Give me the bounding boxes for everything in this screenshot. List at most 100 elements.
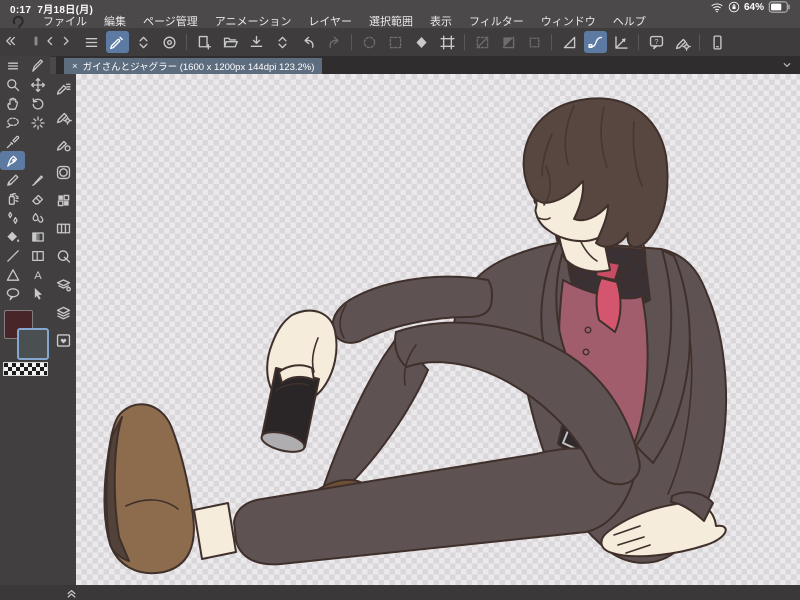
undo-button[interactable] [297, 31, 320, 53]
canvas-area[interactable] [76, 74, 800, 585]
touch-gesture-button[interactable] [105, 31, 129, 53]
menu-item-0[interactable]: ファイル [43, 13, 87, 29]
tool-eraser[interactable] [25, 189, 50, 208]
open-file-button[interactable] [219, 31, 242, 53]
tool-balloon[interactable] [0, 284, 25, 303]
tool-figure[interactable] [25, 246, 50, 265]
tool-wand[interactable] [25, 113, 50, 132]
selection-launcher-icon [529, 37, 539, 47]
main-menu-button[interactable] [80, 31, 103, 53]
menu-item-8[interactable]: ウィンドウ [541, 13, 596, 29]
companion-mode-button[interactable] [706, 31, 729, 53]
menu-item-1[interactable]: 編集 [104, 13, 126, 29]
fill-selection-button[interactable] [410, 31, 433, 53]
text-icon: A [34, 270, 42, 282]
canvas-tab-bar: × ガイさんとジャグラー (1600 x 1200px 144dpi 123.2… [56, 56, 800, 74]
snap-ruler-button[interactable] [558, 31, 581, 53]
palette-layer-property[interactable] [50, 270, 76, 298]
crop-button[interactable] [497, 31, 520, 53]
transparent-color-chip[interactable] [3, 362, 48, 376]
tool-selection[interactable] [0, 113, 25, 132]
tool-row [0, 208, 50, 227]
palette-color-set[interactable] [50, 186, 76, 214]
tool-pencil[interactable] [0, 170, 25, 189]
palette-timeline[interactable] [50, 214, 76, 242]
clip-studio-logo[interactable] [10, 13, 26, 29]
palette-subtool-detail[interactable] [50, 102, 76, 130]
tool-palette-menu[interactable] [0, 56, 25, 75]
sub-color-chip[interactable] [17, 328, 49, 360]
tool-operation[interactable] [25, 284, 50, 303]
tool-brush[interactable] [25, 170, 50, 189]
canvas-tab[interactable]: × ガイさんとジャグラー (1600 x 1200px 144dpi 123.2… [64, 58, 323, 74]
tool-text[interactable]: A [25, 265, 50, 284]
snap-special-ruler-button[interactable] [583, 31, 607, 53]
back-button[interactable] [42, 33, 58, 49]
palette-navigator[interactable] [50, 242, 76, 270]
timeline-icon [56, 223, 70, 233]
tool-airbrush[interactable] [0, 189, 25, 208]
quick-access-button[interactable]: ? [645, 31, 668, 53]
companion-mode-icon [712, 34, 722, 50]
tool-eyedropper[interactable] [0, 132, 25, 151]
palette-tool-property[interactable] [50, 74, 76, 102]
tool-decoration[interactable] [0, 208, 25, 227]
save-file-button[interactable] [245, 31, 268, 53]
zoom-icon [6, 78, 19, 91]
tool-pen[interactable] [0, 151, 25, 170]
palette-brush-size[interactable] [50, 130, 76, 158]
tool-move[interactable] [25, 75, 50, 94]
selection-launcher-button[interactable] [523, 31, 546, 53]
crop-icon [502, 36, 514, 48]
redo-button[interactable] [323, 31, 346, 53]
hide-interface-button[interactable] [2, 33, 18, 49]
reselect-button[interactable] [384, 31, 407, 53]
hand-icon [6, 97, 18, 110]
menu-item-4[interactable]: レイヤー [308, 13, 352, 29]
command-separator [186, 34, 187, 50]
balloon-icon [6, 287, 19, 300]
tool-rotate[interactable] [25, 94, 50, 113]
tab-close-button[interactable]: × [72, 61, 78, 72]
menu-item-5[interactable]: 選択範囲 [369, 13, 413, 29]
menu-item-3[interactable]: アニメーション [215, 13, 292, 29]
tool-polygon[interactable] [0, 265, 25, 284]
tool-row: A [0, 265, 50, 284]
new-canvas-button[interactable] [193, 31, 216, 53]
palette-material[interactable] [50, 326, 76, 354]
tool-switch-button[interactable] [132, 31, 155, 53]
tool-zoom[interactable] [0, 75, 25, 94]
tool-line[interactable] [0, 246, 25, 265]
tool-blend[interactable] [25, 208, 50, 227]
expand-bottom-palette-button[interactable] [64, 585, 79, 600]
command-separator [699, 34, 700, 50]
menu-item-6[interactable]: 表示 [430, 13, 452, 29]
file-switch-button[interactable] [271, 31, 294, 53]
tab-list-chevron-down-icon[interactable] [780, 58, 794, 72]
menu-item-9[interactable]: ヘルプ [613, 13, 646, 29]
pen-settings-button[interactable] [671, 31, 694, 53]
clear-selection-button[interactable] [471, 31, 494, 53]
forward-button[interactable] [58, 33, 74, 49]
menu-item-7[interactable]: フィルター [469, 13, 524, 29]
battery-icon [768, 1, 790, 13]
tool-fill[interactable] [0, 227, 25, 246]
deselect-icon [363, 36, 375, 48]
snap-grid-button[interactable] [610, 31, 633, 53]
line-icon [6, 249, 19, 262]
menu-item-2[interactable]: ページ管理 [143, 13, 198, 29]
palette-layers[interactable] [50, 298, 76, 326]
tool-gradient[interactable] [25, 227, 50, 246]
palette-color-wheel[interactable] [50, 158, 76, 186]
tab-title: ガイさんとジャグラー (1600 x 1200px 144dpi 123.2%) [82, 62, 315, 73]
deselect-button[interactable] [358, 31, 381, 53]
clear-selection-icon [476, 36, 488, 48]
gesture-loop-button[interactable] [158, 31, 181, 53]
decoration-icon [7, 211, 18, 224]
clip-studio-paint-window: 0:17 7月18日(月) 64% ファイル 編集 ページ管理 アニメーション … [0, 0, 800, 600]
operation-icon [34, 287, 42, 300]
tool-hand[interactable] [0, 94, 25, 113]
quick-access-icon: ? [649, 35, 663, 49]
scale-rotate-button[interactable] [436, 31, 459, 53]
tool-correct-line[interactable] [25, 56, 50, 75]
